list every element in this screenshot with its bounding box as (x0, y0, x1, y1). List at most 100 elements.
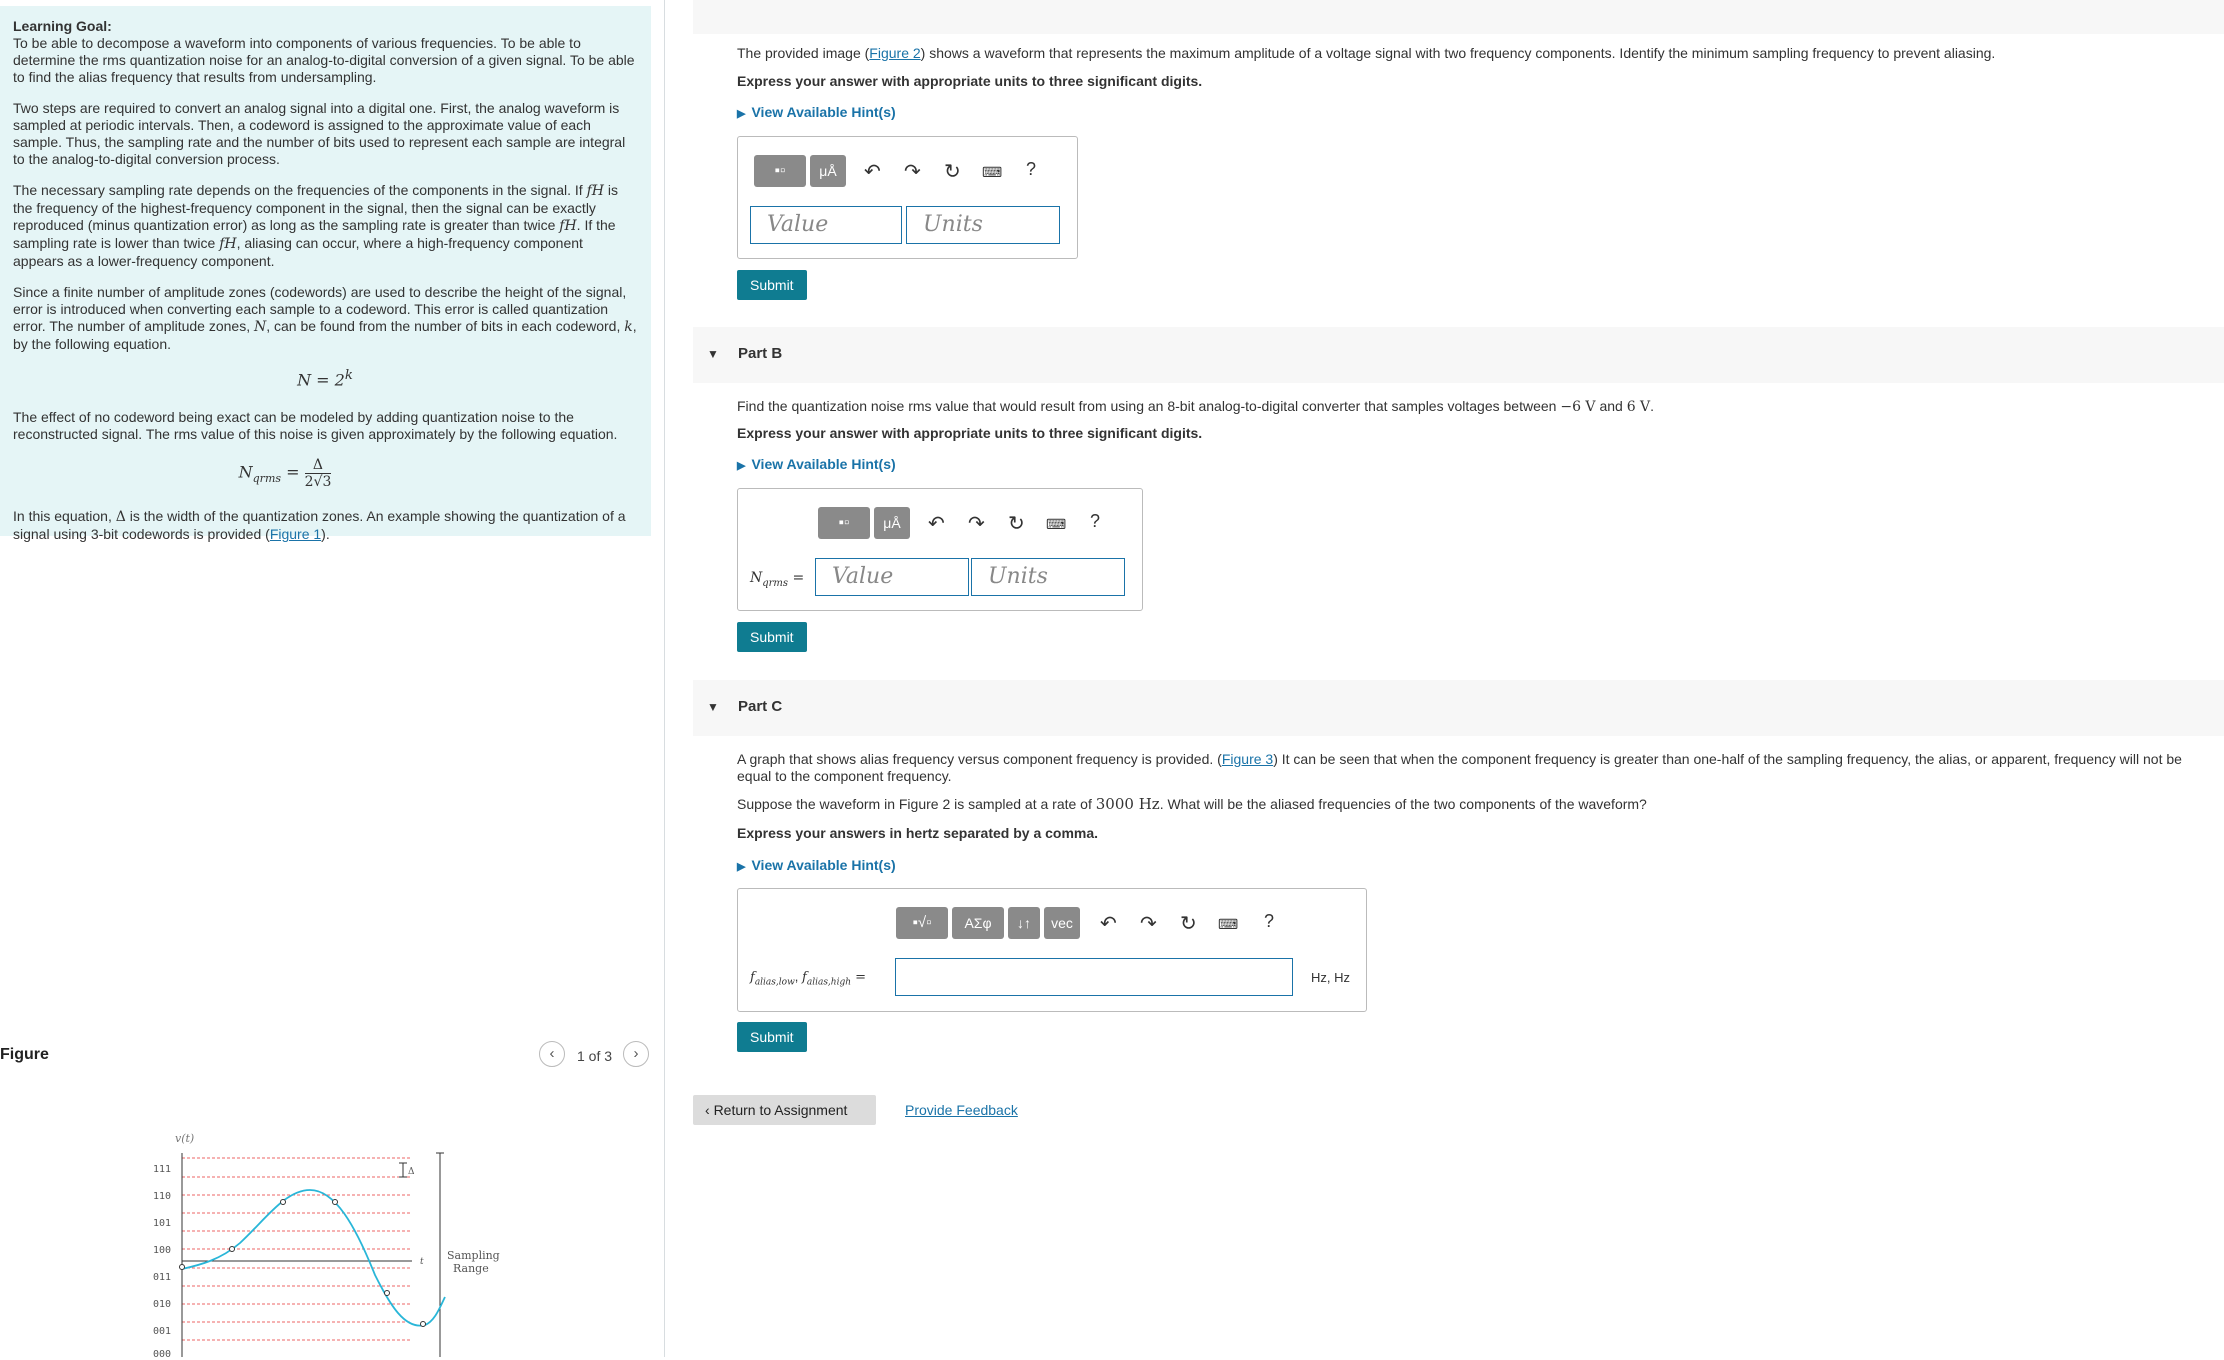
goal-paragraph-4: Since a finite number of amplitude zones… (13, 284, 637, 352)
part-b-submit-button[interactable]: Submit (737, 622, 807, 652)
part-a-question: The provided image (Figure 2) shows a wa… (737, 45, 1996, 61)
part-a-units-input[interactable]: Units (906, 206, 1060, 244)
learning-goal-title: Learning Goal: (13, 18, 112, 34)
units-mu-button[interactable]: μÅ (810, 155, 846, 187)
figure-title: Figure (0, 1046, 49, 1063)
part-c-question-2: Suppose the waveform in Figure 2 is samp… (737, 795, 1647, 813)
caret-right-icon: ▶ (737, 460, 746, 472)
figure-header: Figure ‹ 1 of 3 › (0, 1036, 655, 1076)
sample-point (420, 1321, 426, 1327)
vt-label: v(t) (175, 1132, 194, 1145)
sample-point (384, 1290, 390, 1296)
delta-label: Δ (408, 1167, 415, 1177)
part-b-title: Part B (738, 345, 783, 362)
templates-sqrt-icon[interactable]: ▪√▫ (896, 907, 948, 939)
redo-icon[interactable]: ↷ (1140, 911, 1157, 936)
part-b-header[interactable]: ▼ Part B (693, 327, 2224, 383)
part-b-nqrms-label: Nqrms = (750, 570, 805, 589)
code-label-100: 100 (153, 1245, 171, 1256)
undo-icon[interactable]: ↶ (1100, 911, 1117, 936)
sampling-label-2: Range (453, 1262, 489, 1275)
sample-point (229, 1246, 235, 1252)
figure-2-link[interactable]: Figure 2 (869, 45, 920, 61)
figure-1-quantization: v(t) 111 110 101 100 011 010 001 000 t S… (130, 1125, 510, 1360)
part-c-submit-button[interactable]: Submit (737, 1022, 807, 1052)
part-c-header[interactable]: ▼ Part C (693, 680, 2224, 736)
code-label-010: 010 (153, 1299, 171, 1310)
part-c-units-label: Hz, Hz (1311, 970, 1350, 985)
subsup-button[interactable]: ↓↑ (1008, 907, 1040, 939)
goal-paragraph-2: Two steps are required to convert an ana… (13, 100, 626, 167)
units-mu-button[interactable]: μÅ (874, 507, 910, 539)
caret-right-icon: ▶ (737, 108, 746, 120)
part-c-answer-input[interactable] (895, 958, 1293, 996)
part-c-instruction: Express your answers in hertz separated … (737, 825, 1099, 841)
redo-icon[interactable]: ↷ (904, 159, 921, 184)
part-b-value-input[interactable]: Value (815, 558, 969, 596)
keyboard-icon[interactable]: ⌨ (982, 164, 1002, 181)
vec-button[interactable]: vec (1044, 907, 1080, 939)
templates-icon[interactable]: ▪▫ (818, 507, 870, 539)
keyboard-icon[interactable]: ⌨ (1218, 916, 1238, 933)
part-a-instruction: Express your answer with appropriate uni… (737, 73, 1203, 89)
templates-icon[interactable]: ▪▫ (754, 155, 806, 187)
redo-icon[interactable]: ↷ (968, 511, 985, 536)
part-b-hints-link[interactable]: ▶ View Available Hint(s) (737, 456, 896, 472)
equation-n-2k: N = 2k (297, 368, 353, 390)
part-c-title: Part C (738, 698, 783, 715)
caret-down-icon: ▼ (707, 347, 719, 361)
help-button[interactable]: ? (1026, 159, 1036, 180)
part-a-value-input[interactable]: Value (750, 206, 902, 244)
provide-feedback-link[interactable]: Provide Feedback (905, 1102, 1018, 1118)
code-label-001: 001 (153, 1326, 171, 1337)
reset-icon[interactable]: ↻ (944, 159, 961, 184)
part-b-instruction: Express your answer with appropriate uni… (737, 425, 1203, 441)
figure-counter: 1 of 3 (577, 1048, 613, 1064)
chevron-left-icon: ‹ (705, 1102, 714, 1118)
learning-goal-box: Learning Goal: To be able to decompose a… (0, 6, 651, 542)
code-label-110: 110 (153, 1191, 171, 1202)
caret-right-icon: ▶ (737, 861, 746, 873)
undo-icon[interactable]: ↶ (928, 511, 945, 536)
sampling-label-1: Sampling (447, 1249, 500, 1262)
right-panel: The provided image (Figure 2) shows a wa… (693, 0, 2224, 1357)
sample-point (179, 1264, 185, 1270)
part-c-falias-label: falias,low, falias,high = (750, 969, 867, 988)
quantization-grid (182, 1157, 410, 1341)
code-label-000: 000 (153, 1349, 171, 1357)
code-label-011: 011 (153, 1272, 171, 1283)
figure-3-link[interactable]: Figure 3 (1222, 751, 1273, 767)
part-a-submit-button[interactable]: Submit (737, 270, 807, 300)
part-a-answer-box: ▪▫ μÅ ↶ ↷ ↻ ⌨ ? Value Units (737, 136, 1078, 259)
prev-figure-button[interactable]: ‹ (539, 1041, 565, 1067)
part-c-hints-link[interactable]: ▶ View Available Hint(s) (737, 857, 896, 873)
part-b-question: Find the quantization noise rms value th… (737, 398, 1655, 415)
part-a-header[interactable] (693, 0, 2224, 34)
code-label-101: 101 (153, 1218, 171, 1229)
help-button[interactable]: ? (1264, 911, 1274, 932)
figure-1-link[interactable]: Figure 1 (270, 526, 321, 542)
code-label-111: 111 (153, 1164, 171, 1175)
learning-goal-intro: To be able to decompose a waveform into … (13, 35, 635, 85)
next-figure-button[interactable]: › (623, 1041, 649, 1067)
reset-icon[interactable]: ↻ (1008, 511, 1025, 536)
greek-button[interactable]: ΑΣφ (952, 907, 1004, 939)
t-label: t (420, 1257, 424, 1267)
goal-paragraph-6: In this equation, Δ is the width of the … (13, 508, 626, 543)
undo-icon[interactable]: ↶ (864, 159, 881, 184)
caret-down-icon: ▼ (707, 700, 719, 714)
return-to-assignment-button[interactable]: ‹ Return to Assignment (693, 1095, 876, 1125)
sample-point (332, 1199, 338, 1205)
sample-point (280, 1199, 286, 1205)
part-a-hints-link[interactable]: ▶ View Available Hint(s) (737, 104, 896, 120)
reset-icon[interactable]: ↻ (1180, 911, 1197, 936)
equation-nqrms: Nqrms = Δ 2√3 (238, 457, 332, 491)
goal-paragraph-5: The effect of no codeword being exact ca… (13, 409, 618, 443)
goal-paragraph-3: The necessary sampling rate depends on t… (13, 182, 618, 269)
keyboard-icon[interactable]: ⌨ (1046, 516, 1066, 533)
quantization-diagram: v(t) 111 110 101 100 011 010 001 000 t S… (153, 1132, 500, 1360)
part-c-question: A graph that shows alias frequency versu… (737, 751, 2182, 784)
waveform-line (181, 1189, 446, 1327)
part-b-units-input[interactable]: Units (971, 558, 1125, 596)
help-button[interactable]: ? (1090, 511, 1100, 532)
